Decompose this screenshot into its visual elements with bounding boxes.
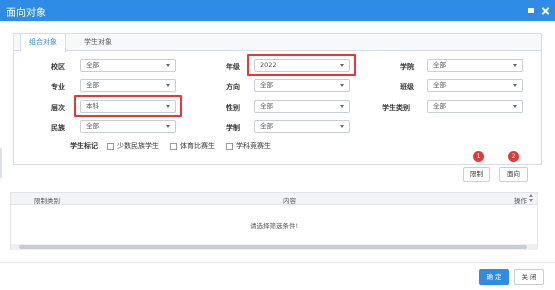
table-empty-message: 请选择筛选条件! (249, 222, 299, 230)
tab-student-object[interactable]: 学生对象 (76, 34, 120, 51)
college-label: 学院 (400, 63, 414, 71)
grade-highlight-box (247, 54, 356, 76)
chevron-down-icon (340, 105, 344, 108)
student-mark-label: 学生标记 (70, 142, 98, 150)
left-edge-scrollbar (0, 148, 2, 178)
class-label: 班级 (400, 83, 414, 91)
checkbox-icon[interactable] (170, 142, 177, 150)
college-select[interactable]: 全部 (427, 59, 523, 72)
footer-divider (0, 262, 555, 263)
face-button[interactable]: 面向 (499, 167, 528, 182)
close-button[interactable]: 关 闭 (514, 269, 544, 285)
table-header: 限制类别 内容 操作 (11, 193, 537, 205)
chevron-down-icon (340, 125, 344, 128)
direction-select-value: 全部 (260, 81, 273, 89)
student-type-select-value: 全部 (433, 102, 446, 110)
titlebar-controls (527, 6, 550, 15)
campus-select-value: 全部 (86, 61, 99, 69)
major-select-value: 全部 (86, 81, 99, 89)
gender-label: 性别 (226, 104, 240, 112)
column-header-action: 操作 (514, 197, 527, 205)
gender-select-value: 全部 (260, 102, 273, 110)
chevron-down-icon (340, 84, 344, 87)
ethnicity-select[interactable]: 全部 (80, 120, 176, 133)
grade-label: 年级 (226, 63, 240, 71)
gender-select[interactable]: 全部 (254, 100, 350, 113)
major-label: 专业 (51, 83, 65, 91)
class-select-value: 全部 (433, 81, 446, 89)
schooling-label: 学制 (226, 124, 240, 132)
chevron-down-icon (166, 64, 170, 67)
schooling-select-value: 全部 (260, 122, 273, 130)
ethnicity-label: 民族 (51, 124, 65, 132)
dialog-title: 面向对象 (6, 8, 46, 19)
tab-group-object[interactable]: 组合对象 (20, 34, 66, 52)
minimize-icon[interactable] (527, 6, 536, 15)
checkbox-sports-label: 体育比赛生 (180, 142, 215, 150)
level-highlight-box (74, 95, 182, 117)
schooling-select[interactable]: 全部 (254, 120, 350, 133)
restrict-button[interactable]: 限制 (463, 167, 490, 182)
student-mark-row: 学生标记 少数民族学生 体育比赛生 学科竞赛生 (70, 141, 277, 151)
direction-select[interactable]: 全部 (254, 79, 350, 92)
ethnicity-select-value: 全部 (86, 122, 99, 130)
horizontal-scrollbar[interactable] (11, 244, 537, 250)
checkbox-minority-label: 少数民族学生 (117, 142, 159, 150)
checkbox-sports[interactable]: 体育比赛生 (170, 141, 215, 151)
dialog: 面向对象 组合对象 学生对象 校区 全部 年级 2022 学院 全部 专业 全部… (0, 0, 555, 290)
student-type-label: 学生类别 (382, 104, 410, 112)
checkbox-competition-label: 学科竞赛生 (236, 142, 271, 150)
close-icon[interactable] (541, 6, 550, 15)
step-badge-2: 2 (508, 151, 519, 162)
sort-icon[interactable] (529, 194, 534, 203)
class-select[interactable]: 全部 (427, 79, 523, 92)
major-select[interactable]: 全部 (80, 79, 176, 92)
scrollbar-thumb[interactable] (19, 245, 527, 249)
checkbox-icon[interactable] (107, 142, 114, 150)
confirm-button[interactable]: 确 定 (479, 269, 509, 285)
checkbox-minority[interactable]: 少数民族学生 (107, 141, 159, 151)
chevron-down-icon (166, 125, 170, 128)
checkbox-competition[interactable]: 学科竞赛生 (226, 141, 271, 151)
step-badge-1: 1 (473, 151, 484, 162)
student-type-select[interactable]: 全部 (427, 100, 523, 113)
chevron-down-icon (513, 84, 517, 87)
college-select-value: 全部 (433, 61, 446, 69)
column-header-type: 限制类别 (34, 197, 60, 205)
checkbox-icon[interactable] (226, 142, 233, 150)
chevron-down-icon (166, 84, 170, 87)
campus-select[interactable]: 全部 (80, 59, 176, 72)
column-header-content: 内容 (283, 197, 296, 205)
direction-label: 方向 (226, 83, 240, 91)
titlebar: 面向对象 (0, 0, 555, 21)
restriction-table: 限制类别 内容 操作 请选择筛选条件! (10, 192, 538, 250)
tab-bar: 组合对象 学生对象 (14, 34, 541, 52)
chevron-down-icon (513, 64, 517, 67)
level-label: 层次 (51, 104, 65, 112)
chevron-down-icon (513, 105, 517, 108)
campus-label: 校区 (51, 63, 65, 71)
